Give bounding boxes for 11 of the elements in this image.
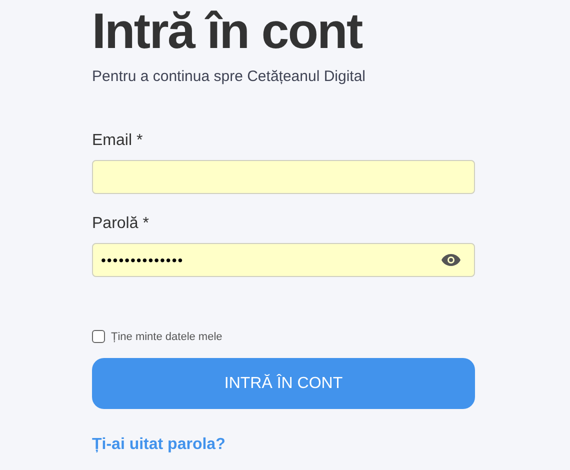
remember-checkbox[interactable] <box>92 330 105 344</box>
page-title: Intră în cont <box>92 4 364 58</box>
remember-label: Ține minte datele mele <box>111 330 222 344</box>
field-label: Parolă * <box>92 214 150 234</box>
forgot-password-link[interactable]: Ți-ai uitat parola? <box>92 433 226 457</box>
field-label: Email * <box>92 130 144 150</box>
eye-icon[interactable] <box>441 252 461 266</box>
login-button[interactable]: INTRĂ ÎN CONT <box>92 358 475 409</box>
password-field[interactable]: •••••••••••••• <box>92 242 475 276</box>
subtitle: Pentru a continua spre Cetățeanul Digital <box>92 67 367 87</box>
email-field[interactable] <box>92 160 475 194</box>
